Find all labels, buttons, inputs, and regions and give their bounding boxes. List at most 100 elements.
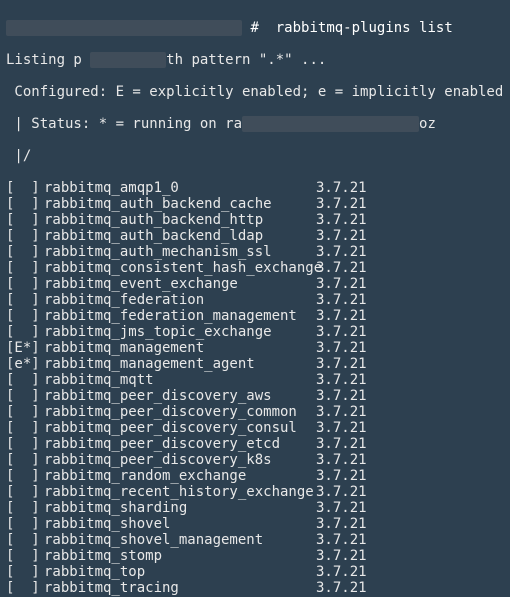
plugin-name: rabbitmq_auth_backend_http [44,212,316,228]
plugin-row: [ ]rabbitmq_federation3.7.21 [6,292,504,308]
plugin-row: [ ]rabbitmq_tracing3.7.21 [6,580,504,596]
plugin-version: 3.7.21 [316,356,367,372]
blurred-listing: xxxxxxxxx [90,52,166,68]
plugin-flag: [ ] [6,180,44,196]
plugin-flag: [ ] [6,548,44,564]
plugin-row: [ ]rabbitmq_peer_discovery_common3.7.21 [6,404,504,420]
plugin-flag: [ ] [6,228,44,244]
plugin-flag: [ ] [6,276,44,292]
plugin-name: rabbitmq_consistent_hash_exchange [44,260,316,276]
plugin-name: rabbitmq_management_agent [44,356,316,372]
plugin-name: rabbitmq_peer_discovery_k8s [44,452,316,468]
plugin-name: rabbitmq_shovel [44,516,316,532]
plugin-flag: [ ] [6,516,44,532]
plugin-version: 3.7.21 [316,276,367,292]
plugin-flag: [ ] [6,564,44,580]
legend-configured: Configured: E = explicitly enabled; e = … [6,84,504,100]
plugin-name: rabbitmq_sharding [44,500,316,516]
plugin-row: [ ]rabbitmq_peer_discovery_etcd3.7.21 [6,436,504,452]
plugin-version: 3.7.21 [316,516,367,532]
plugin-row: [ ]rabbitmq_peer_discovery_consul3.7.21 [6,420,504,436]
plugin-flag: [ ] [6,500,44,516]
plugin-rows: [ ]rabbitmq_amqp1_03.7.21[ ]rabbitmq_aut… [6,180,504,597]
plugin-row: [ ]rabbitmq_jms_topic_exchange3.7.21 [6,324,504,340]
plugin-version: 3.7.21 [316,244,367,260]
plugin-name: rabbitmq_event_exchange [44,276,316,292]
plugin-version: 3.7.21 [316,308,367,324]
plugin-version: 3.7.21 [316,228,367,244]
plugin-row: [ ]rabbitmq_amqp1_03.7.21 [6,180,504,196]
plugin-flag: [e*] [6,356,44,372]
plugin-name: rabbitmq_jms_topic_exchange [44,324,316,340]
plugin-version: 3.7.21 [316,468,367,484]
plugin-flag: [E*] [6,340,44,356]
plugin-name: rabbitmq_auth_mechanism_ssl [44,244,316,260]
plugin-row: [ ]rabbitmq_auth_backend_http3.7.21 [6,212,504,228]
plugin-row: [ ]rabbitmq_event_exchange3.7.21 [6,276,504,292]
plugin-version: 3.7.21 [316,580,367,596]
plugin-name: rabbitmq_shovel_management [44,532,316,548]
plugin-version: 3.7.21 [316,180,367,196]
plugin-name: rabbitmq_stomp [44,548,316,564]
plugin-version: 3.7.21 [316,372,367,388]
plugin-name: rabbitmq_peer_discovery_aws [44,388,316,404]
plugin-version: 3.7.21 [316,548,367,564]
plugin-row: [ ]rabbitmq_peer_discovery_k8s3.7.21 [6,452,504,468]
plugin-flag: [ ] [6,580,44,596]
plugin-flag: [ ] [6,292,44,308]
plugin-row: [ ]rabbitmq_random_exchange3.7.21 [6,468,504,484]
plugin-version: 3.7.21 [316,532,367,548]
plugin-row: [ ]rabbitmq_auth_backend_cache3.7.21 [6,196,504,212]
plugin-name: rabbitmq_management [44,340,316,356]
plugin-flag: [ ] [6,468,44,484]
plugin-name: rabbitmq_amqp1_0 [44,180,316,196]
plugin-row: [ ]rabbitmq_consistent_hash_exchange3.7.… [6,260,504,276]
plugin-version: 3.7.21 [316,564,367,580]
prompt-hash: # [250,20,258,36]
plugin-version: 3.7.21 [316,292,367,308]
plugin-row: [ ]rabbitmq_recent_history_exchange3.7.2… [6,484,504,500]
prompt-line: xxxxxxxxxxxxxxxxxxxxxxxxxxxx # rabbitmq-… [6,20,504,36]
plugin-version: 3.7.21 [316,452,367,468]
listing-prefix: Listing p [6,52,82,68]
listing-mid: th pattern ".*" ... [166,52,326,68]
legend-bar: |/ [6,148,504,164]
plugin-name: rabbitmq_random_exchange [44,468,316,484]
plugin-flag: [ ] [6,308,44,324]
plugin-flag: [ ] [6,212,44,228]
legend-status-prefix: | Status: * = running on ra [6,116,242,132]
plugin-version: 3.7.21 [316,420,367,436]
plugin-flag: [ ] [6,388,44,404]
plugin-row: [ ]rabbitmq_federation_management3.7.21 [6,308,504,324]
plugin-flag: [ ] [6,404,44,420]
plugin-version: 3.7.21 [316,324,367,340]
plugin-row: [ ]rabbitmq_mqtt3.7.21 [6,372,504,388]
plugin-flag: [ ] [6,420,44,436]
plugin-name: rabbitmq_auth_backend_cache [44,196,316,212]
plugin-version: 3.7.21 [316,436,367,452]
plugin-row: [E*]rabbitmq_management3.7.21 [6,340,504,356]
command-text: rabbitmq-plugins list [276,20,453,36]
plugin-flag: [ ] [6,196,44,212]
plugin-version: 3.7.21 [316,212,367,228]
plugin-flag: [ ] [6,324,44,340]
terminal-output: xxxxxxxxxxxxxxxxxxxxxxxxxxxx # rabbitmq-… [0,0,510,597]
plugin-row: [ ]rabbitmq_sharding3.7.21 [6,500,504,516]
plugin-flag: [ ] [6,260,44,276]
plugin-version: 3.7.21 [316,500,367,516]
listing-line: Listing p xxxxxxxxxth pattern ".*" ... [6,52,504,68]
plugin-flag: [ ] [6,452,44,468]
plugin-version: 3.7.21 [316,404,367,420]
blurred-host: xxxxxxxxxxxxxxxxxxxxx [242,116,419,132]
plugin-row: [ ]rabbitmq_peer_discovery_aws3.7.21 [6,388,504,404]
legend-status-suffix: oz [419,116,436,132]
plugin-version: 3.7.21 [316,196,367,212]
plugin-flag: [ ] [6,372,44,388]
plugin-flag: [ ] [6,244,44,260]
plugin-name: rabbitmq_federation [44,292,316,308]
plugin-name: rabbitmq_mqtt [44,372,316,388]
plugin-name: rabbitmq_peer_discovery_etcd [44,436,316,452]
plugin-name: rabbitmq_auth_backend_ldap [44,228,316,244]
plugin-row: [ ]rabbitmq_top3.7.21 [6,564,504,580]
plugin-flag: [ ] [6,436,44,452]
